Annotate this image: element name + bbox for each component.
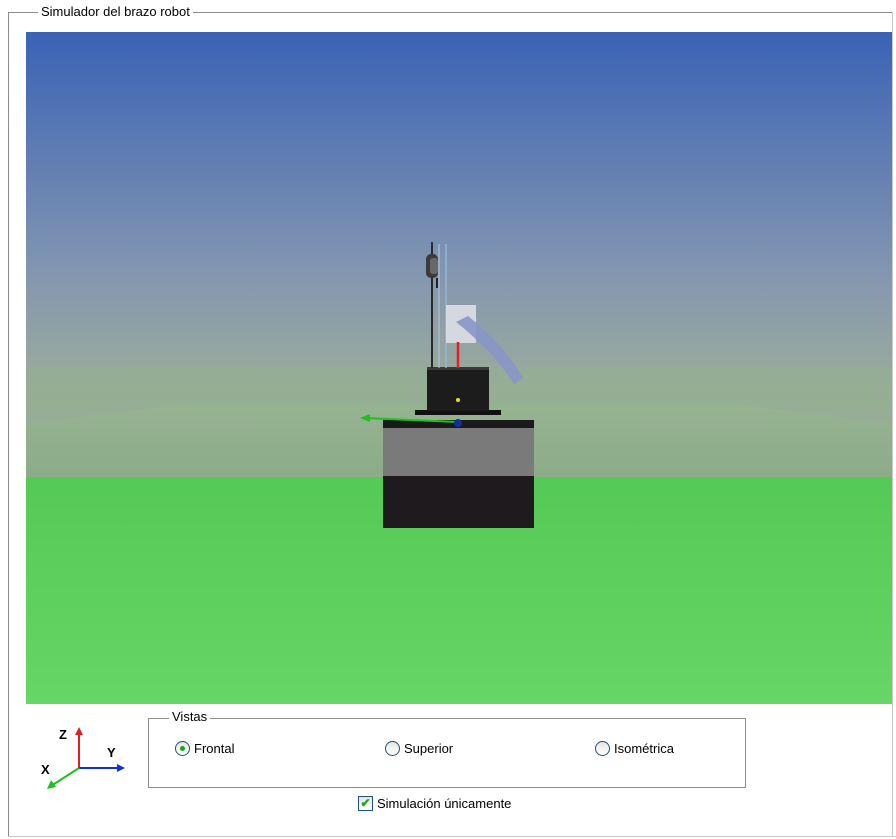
radio-circle-icon[interactable] bbox=[385, 741, 400, 756]
axis-y-label: Y bbox=[107, 745, 116, 760]
robot-3d-viewport[interactable] bbox=[26, 32, 892, 704]
axes-legend-icon: Z Y X bbox=[41, 727, 125, 789]
radio-isometrica-label: Isométrica bbox=[614, 741, 674, 756]
groupbox-bottom-edge bbox=[8, 836, 896, 837]
pedestal-top bbox=[383, 420, 534, 476]
robot-body bbox=[427, 367, 489, 411]
views-groupbox: Vistas Frontal Superior Isométrica bbox=[148, 709, 746, 788]
radio-circle-icon[interactable] bbox=[175, 741, 190, 756]
views-label: Vistas bbox=[169, 709, 211, 725]
radio-superior[interactable]: Superior bbox=[385, 741, 453, 756]
radio-isometrica[interactable]: Isométrica bbox=[595, 741, 674, 756]
axis-x-label: X bbox=[41, 762, 50, 777]
radio-superior-label: Superior bbox=[404, 741, 454, 756]
radio-frontal[interactable]: Frontal bbox=[175, 741, 234, 756]
axis-z-label: Z bbox=[59, 727, 67, 742]
simulation-only-checkbox[interactable]: ✔ Simulación únicamente bbox=[358, 796, 511, 811]
checkbox-check-icon[interactable]: ✔ bbox=[358, 796, 373, 811]
radio-frontal-label: Frontal bbox=[194, 741, 235, 756]
pedestal-bottom bbox=[383, 476, 534, 528]
simulation-only-label: Simulación únicamente bbox=[377, 796, 512, 811]
radio-circle-icon[interactable] bbox=[595, 741, 610, 756]
simulator-title: Simulador del brazo robot bbox=[38, 4, 193, 20]
groupbox-right-edge bbox=[892, 12, 893, 836]
